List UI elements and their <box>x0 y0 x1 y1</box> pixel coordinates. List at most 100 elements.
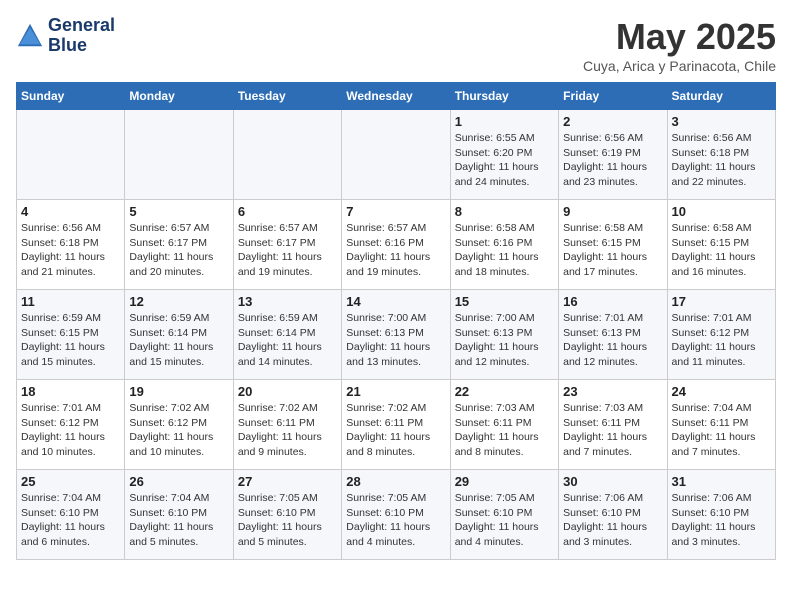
day-info: Sunrise: 7:04 AM Sunset: 6:10 PM Dayligh… <box>129 491 228 550</box>
day-number: 31 <box>672 474 771 489</box>
calendar-cell: 18 Sunrise: 7:01 AM Sunset: 6:12 PM Dayli… <box>17 380 125 470</box>
day-number: 18 <box>21 384 120 399</box>
day-number: 1 <box>455 114 554 129</box>
weekday-header-saturday: Saturday <box>667 83 775 110</box>
calendar-cell: 27Sunrise: 7:05 AM Sunset: 6:10 PM Dayli… <box>233 470 341 560</box>
day-info: Sunrise: 7:03 AM Sunset: 6:11 PM Dayligh… <box>455 401 554 460</box>
day-info: Sunrise: 7:06 AM Sunset: 6:10 PM Dayligh… <box>672 491 771 550</box>
day-info: Sunrise: 7:03 AM Sunset: 6:11 PM Dayligh… <box>563 401 662 460</box>
calendar-table: SundayMondayTuesdayWednesdayThursdayFrid… <box>16 82 776 560</box>
calendar-cell: 29 Sunrise: 7:05 AM Sunset: 6:10 PM Dayli… <box>450 470 558 560</box>
day-number: 25 <box>21 474 120 489</box>
weekday-header-friday: Friday <box>559 83 667 110</box>
day-number: 22 <box>455 384 554 399</box>
day-info: Sunrise: 6:56 AM Sunset: 6:19 PM Dayligh… <box>563 131 662 190</box>
day-number: 23 <box>563 384 662 399</box>
calendar-cell: 12Sunrise: 6:59 AM Sunset: 6:14 PM Dayli… <box>125 290 233 380</box>
day-number: 28 <box>346 474 445 489</box>
month-title: May 2025 <box>583 16 776 58</box>
location-subtitle: Cuya, Arica y Parinacota, Chile <box>583 58 776 74</box>
calendar-cell <box>233 110 341 200</box>
calendar-cell: 31 Sunrise: 7:06 AM Sunset: 6:10 PM Dayli… <box>667 470 775 560</box>
weekday-header-monday: Monday <box>125 83 233 110</box>
calendar-cell: 17 Sunrise: 7:01 AM Sunset: 6:12 PM Dayli… <box>667 290 775 380</box>
calendar-cell <box>125 110 233 200</box>
day-info: Sunrise: 7:00 AM Sunset: 6:13 PM Dayligh… <box>455 311 554 370</box>
day-info: Sunrise: 6:59 AM Sunset: 6:14 PM Dayligh… <box>129 311 228 370</box>
day-info: Sunrise: 6:58 AM Sunset: 6:15 PM Dayligh… <box>563 221 662 280</box>
day-number: 21 <box>346 384 445 399</box>
calendar-week-row: 11 Sunrise: 6:59 AM Sunset: 6:15 PM Dayli… <box>17 290 776 380</box>
day-number: 24 <box>672 384 771 399</box>
calendar-cell: 23 Sunrise: 7:03 AM Sunset: 6:11 PM Dayli… <box>559 380 667 470</box>
calendar-cell: 26Sunrise: 7:04 AM Sunset: 6:10 PM Dayli… <box>125 470 233 560</box>
day-info: Sunrise: 6:59 AM Sunset: 6:14 PM Dayligh… <box>238 311 337 370</box>
calendar-week-row: 25 Sunrise: 7:04 AM Sunset: 6:10 PM Dayli… <box>17 470 776 560</box>
day-info: Sunrise: 7:05 AM Sunset: 6:10 PM Dayligh… <box>455 491 554 550</box>
day-info: Sunrise: 7:05 AM Sunset: 6:10 PM Dayligh… <box>346 491 445 550</box>
day-info: Sunrise: 6:57 AM Sunset: 6:16 PM Dayligh… <box>346 221 445 280</box>
day-number: 7 <box>346 204 445 219</box>
day-number: 14 <box>346 294 445 309</box>
day-info: Sunrise: 7:01 AM Sunset: 6:12 PM Dayligh… <box>21 401 120 460</box>
day-number: 17 <box>672 294 771 309</box>
calendar-cell: 7 Sunrise: 6:57 AM Sunset: 6:16 PM Daylig… <box>342 200 450 290</box>
day-info: Sunrise: 6:57 AM Sunset: 6:17 PM Dayligh… <box>238 221 337 280</box>
day-number: 6 <box>238 204 337 219</box>
calendar-cell: 21 Sunrise: 7:02 AM Sunset: 6:11 PM Dayli… <box>342 380 450 470</box>
logo-text: General Blue <box>48 16 115 56</box>
calendar-cell: 3Sunrise: 6:56 AM Sunset: 6:18 PM Daylig… <box>667 110 775 200</box>
day-info: Sunrise: 7:01 AM Sunset: 6:12 PM Dayligh… <box>672 311 771 370</box>
day-number: 4 <box>21 204 120 219</box>
calendar-cell: 15Sunrise: 7:00 AM Sunset: 6:13 PM Dayli… <box>450 290 558 380</box>
day-number: 16 <box>563 294 662 309</box>
calendar-cell: 24 Sunrise: 7:04 AM Sunset: 6:11 PM Dayli… <box>667 380 775 470</box>
day-info: Sunrise: 7:04 AM Sunset: 6:11 PM Dayligh… <box>672 401 771 460</box>
day-number: 2 <box>563 114 662 129</box>
day-info: Sunrise: 6:56 AM Sunset: 6:18 PM Dayligh… <box>672 131 771 190</box>
weekday-header-sunday: Sunday <box>17 83 125 110</box>
page-header: General Blue May 2025 Cuya, Arica y Pari… <box>16 16 776 74</box>
day-number: 13 <box>238 294 337 309</box>
weekday-header-thursday: Thursday <box>450 83 558 110</box>
weekday-header-wednesday: Wednesday <box>342 83 450 110</box>
day-info: Sunrise: 7:02 AM Sunset: 6:11 PM Dayligh… <box>346 401 445 460</box>
logo-icon <box>16 22 44 50</box>
day-number: 29 <box>455 474 554 489</box>
calendar-cell: 13 Sunrise: 6:59 AM Sunset: 6:14 PM Dayli… <box>233 290 341 380</box>
calendar-week-row: 4 Sunrise: 6:56 AM Sunset: 6:18 PM Daylig… <box>17 200 776 290</box>
calendar-cell: 2 Sunrise: 6:56 AM Sunset: 6:19 PM Daylig… <box>559 110 667 200</box>
calendar-cell: 14Sunrise: 7:00 AM Sunset: 6:13 PM Dayli… <box>342 290 450 380</box>
calendar-cell: 1 Sunrise: 6:55 AM Sunset: 6:20 PM Daylig… <box>450 110 558 200</box>
weekday-header-row: SundayMondayTuesdayWednesdayThursdayFrid… <box>17 83 776 110</box>
calendar-cell: 4 Sunrise: 6:56 AM Sunset: 6:18 PM Daylig… <box>17 200 125 290</box>
calendar-cell: 30Sunrise: 7:06 AM Sunset: 6:10 PM Dayli… <box>559 470 667 560</box>
day-info: Sunrise: 6:57 AM Sunset: 6:17 PM Dayligh… <box>129 221 228 280</box>
calendar-cell: 10Sunrise: 6:58 AM Sunset: 6:15 PM Dayli… <box>667 200 775 290</box>
calendar-cell: 22 Sunrise: 7:03 AM Sunset: 6:11 PM Dayli… <box>450 380 558 470</box>
calendar-cell: 6 Sunrise: 6:57 AM Sunset: 6:17 PM Daylig… <box>233 200 341 290</box>
calendar-cell: 25Sunrise: 7:04 AM Sunset: 6:10 PM Dayli… <box>17 470 125 560</box>
day-number: 10 <box>672 204 771 219</box>
day-info: Sunrise: 7:01 AM Sunset: 6:13 PM Dayligh… <box>563 311 662 370</box>
calendar-week-row: 18 Sunrise: 7:01 AM Sunset: 6:12 PM Dayli… <box>17 380 776 470</box>
day-info: Sunrise: 7:02 AM Sunset: 6:11 PM Dayligh… <box>238 401 337 460</box>
day-info: Sunrise: 6:58 AM Sunset: 6:16 PM Dayligh… <box>455 221 554 280</box>
day-info: Sunrise: 6:59 AM Sunset: 6:15 PM Dayligh… <box>21 311 120 370</box>
calendar-cell: 16 Sunrise: 7:01 AM Sunset: 6:13 PM Dayli… <box>559 290 667 380</box>
day-info: Sunrise: 7:06 AM Sunset: 6:10 PM Dayligh… <box>563 491 662 550</box>
title-section: May 2025 Cuya, Arica y Parinacota, Chile <box>583 16 776 74</box>
calendar-cell: 5 Sunrise: 6:57 AM Sunset: 6:17 PM Daylig… <box>125 200 233 290</box>
day-number: 8 <box>455 204 554 219</box>
day-number: 11 <box>21 294 120 309</box>
calendar-cell <box>17 110 125 200</box>
day-number: 27 <box>238 474 337 489</box>
day-number: 5 <box>129 204 228 219</box>
day-info: Sunrise: 6:56 AM Sunset: 6:18 PM Dayligh… <box>21 221 120 280</box>
day-number: 19 <box>129 384 228 399</box>
day-info: Sunrise: 6:55 AM Sunset: 6:20 PM Dayligh… <box>455 131 554 190</box>
calendar-cell: 11 Sunrise: 6:59 AM Sunset: 6:15 PM Dayli… <box>17 290 125 380</box>
calendar-cell <box>342 110 450 200</box>
day-number: 9 <box>563 204 662 219</box>
day-info: Sunrise: 7:02 AM Sunset: 6:12 PM Dayligh… <box>129 401 228 460</box>
